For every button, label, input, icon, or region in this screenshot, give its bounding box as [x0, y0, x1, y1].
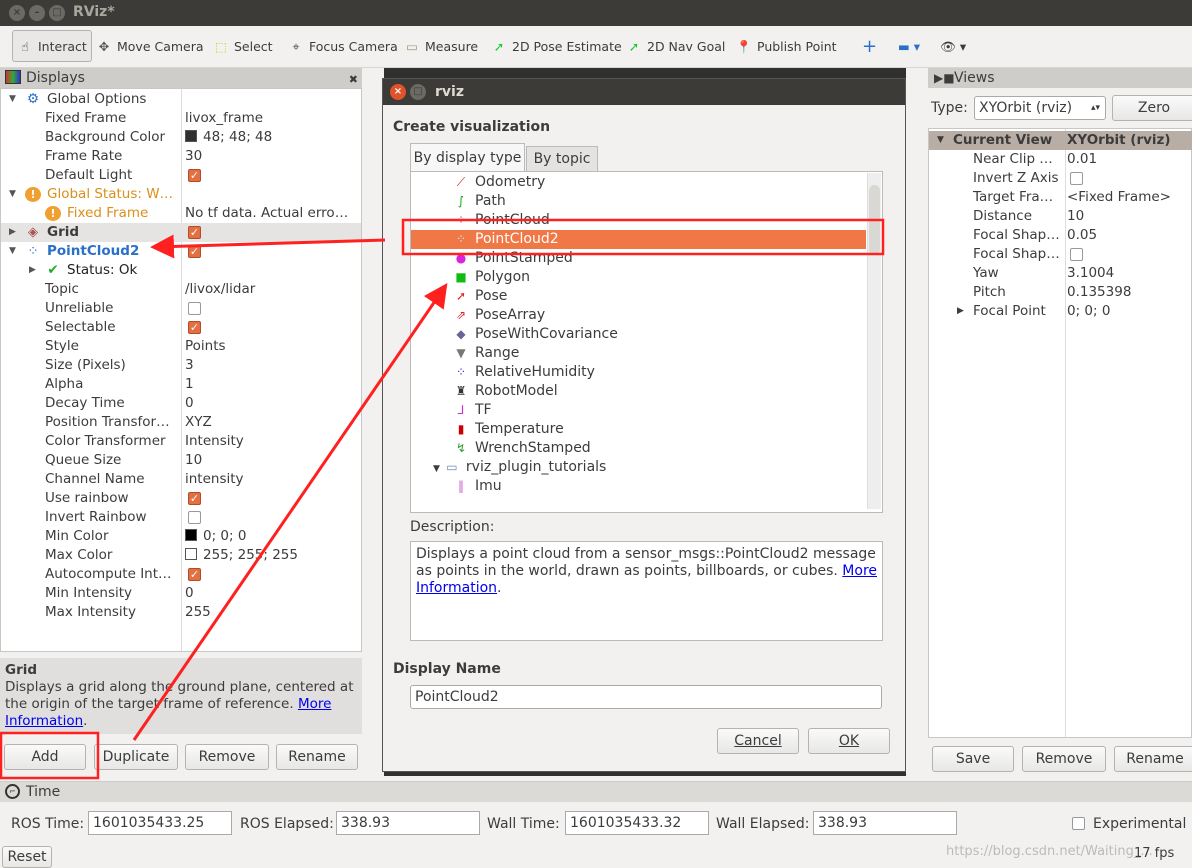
- arrow-add-to-list: [132, 283, 448, 741]
- annotation-overlay: [0, 218, 885, 780]
- highlight-box-pointcloud2: [401, 218, 885, 256]
- highlight-box-add: [0, 731, 100, 780]
- arrow-to-pointcloud2-display: [150, 234, 386, 259]
